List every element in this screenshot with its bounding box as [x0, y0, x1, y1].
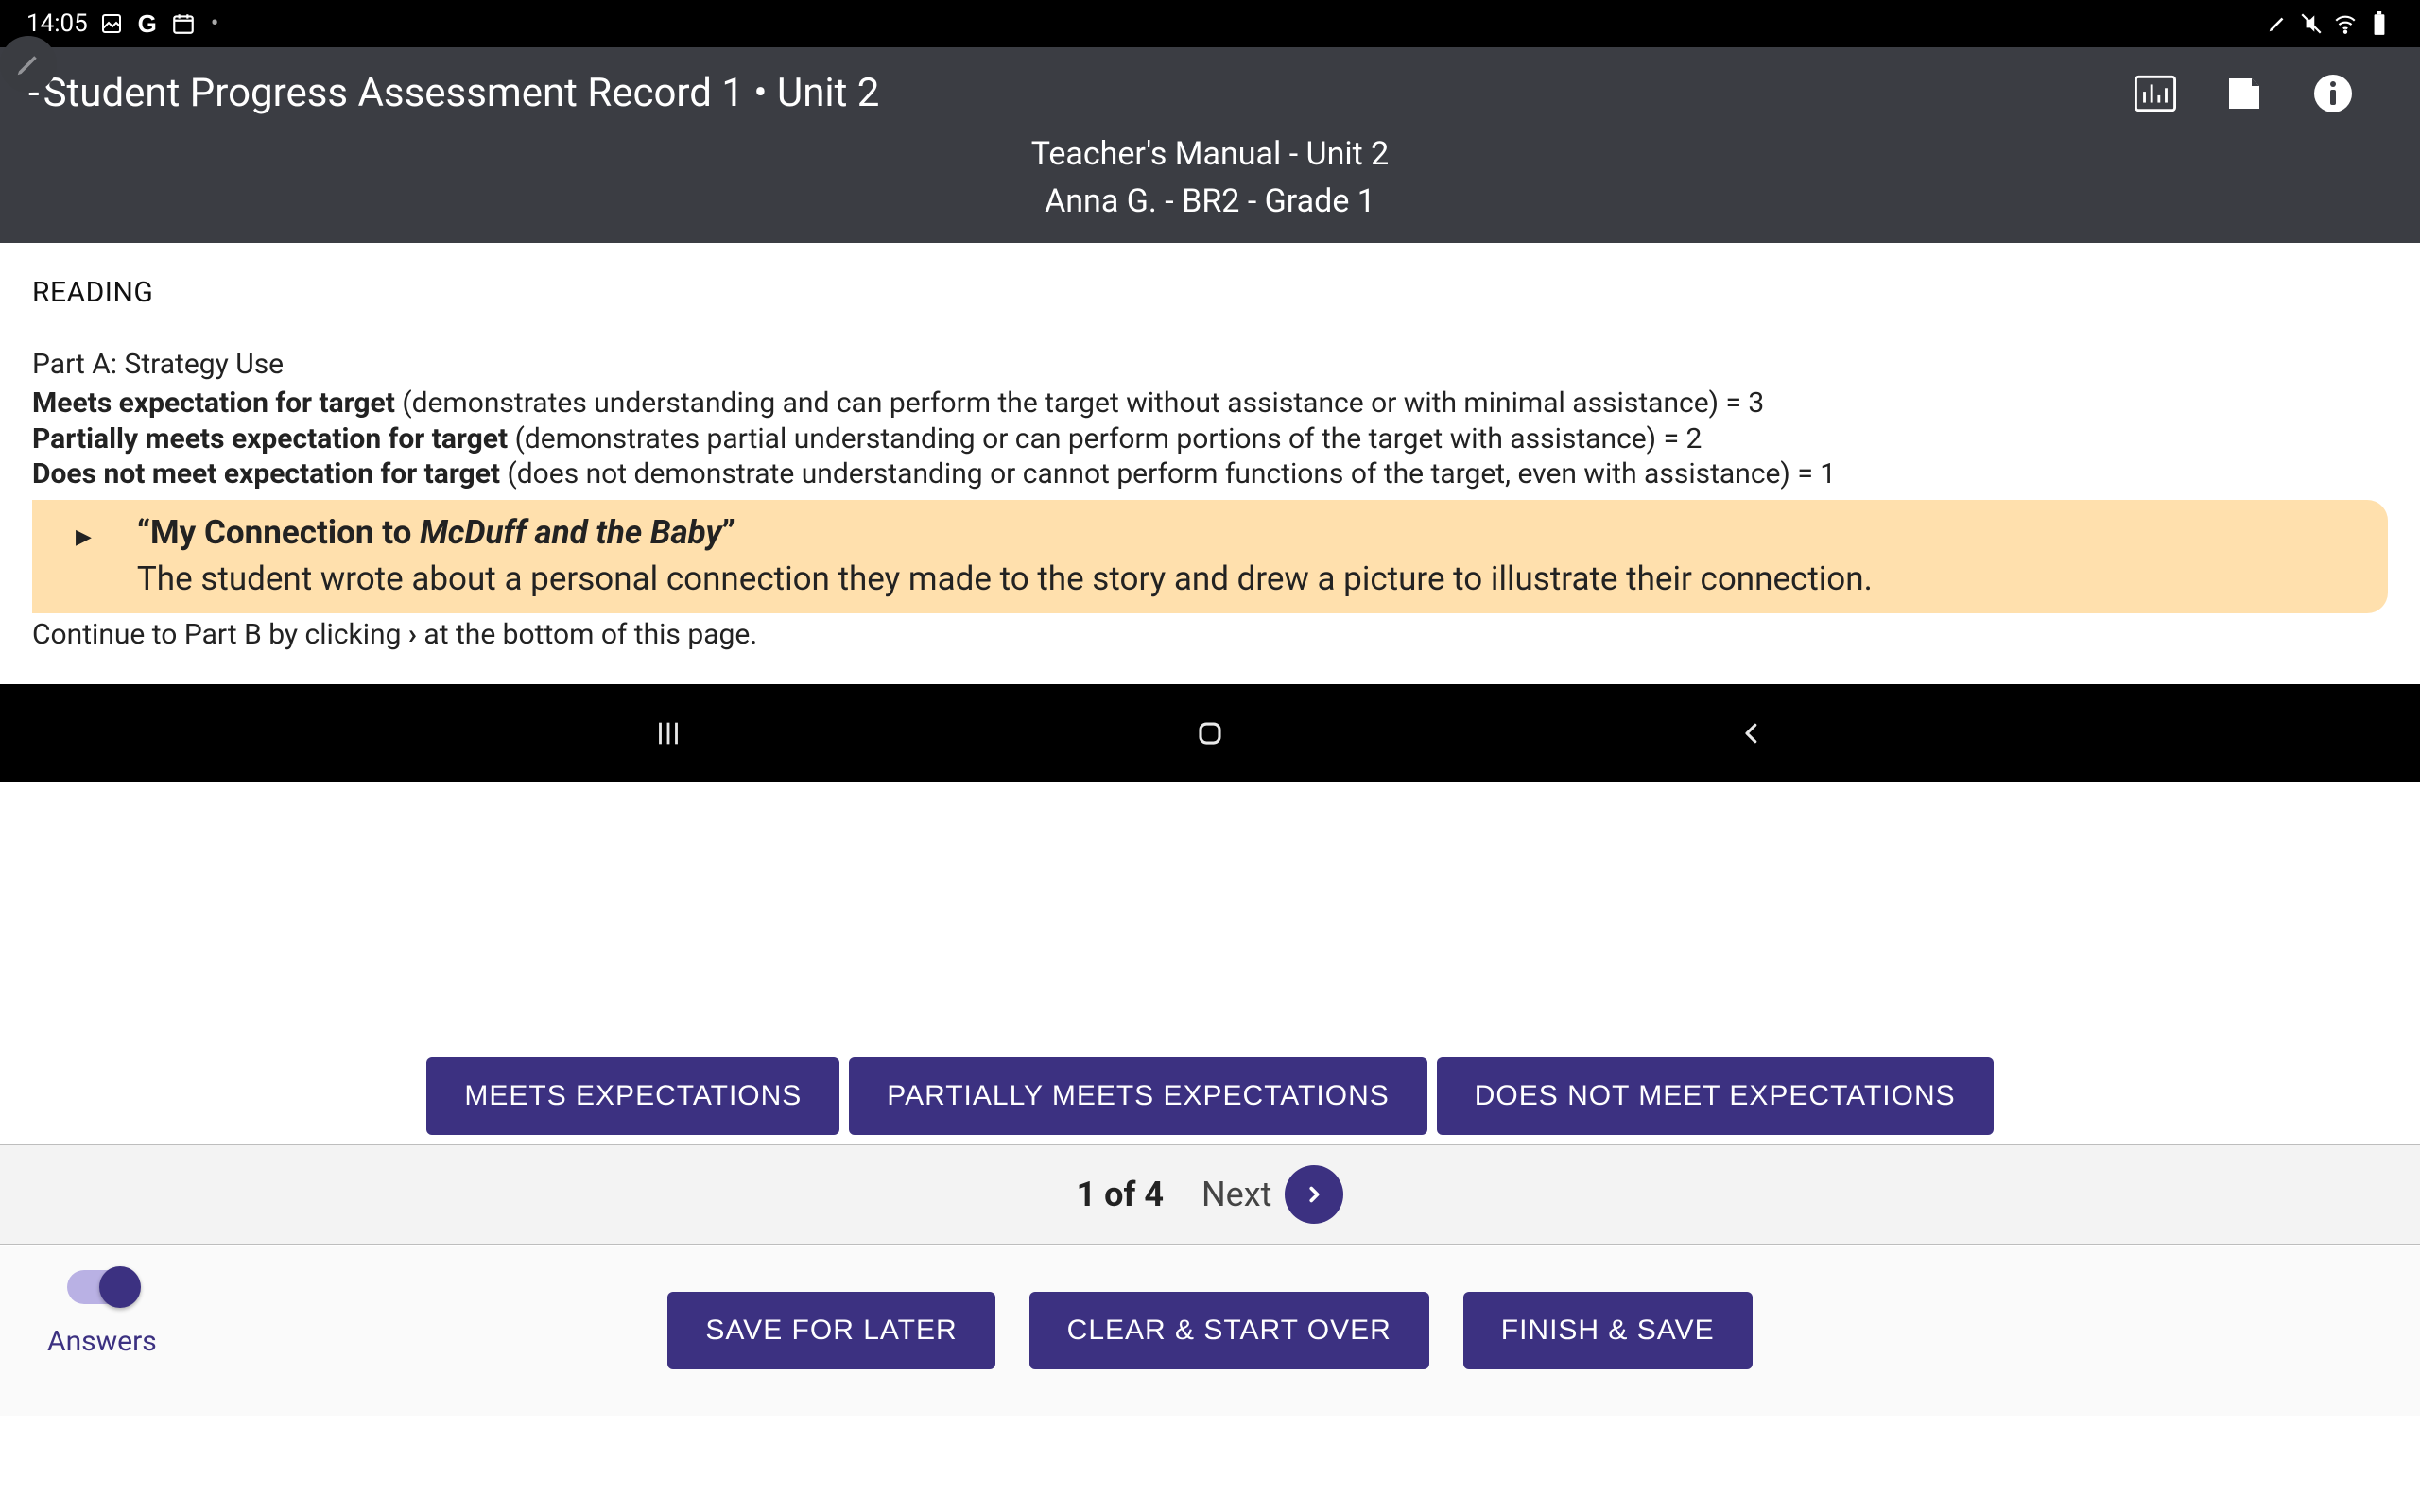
next-label: Next [1201, 1175, 1271, 1214]
prompt-text: “My Connection to McDuff and the Baby” T… [137, 509, 1873, 602]
expand-caret-icon[interactable]: ▶ [76, 524, 92, 551]
wifi-icon [2333, 11, 2358, 36]
page-title: - Student Progress Assessment Record 1 •… [28, 70, 879, 116]
rubric-meets-desc: (demonstrates understanding and can perf… [395, 387, 1764, 420]
meets-expectations-button[interactable]: MEETS EXPECTATIONS [426, 1057, 839, 1135]
header-subtitle: Teacher's Manual - Unit 2 [0, 126, 2420, 173]
prompt-highlight[interactable]: ▶ “My Connection to McDuff and the Baby”… [32, 500, 2388, 613]
image-icon [99, 11, 124, 36]
title-text: Student Progress Assessment Record 1 • U… [43, 70, 880, 116]
battery-icon [2367, 11, 2392, 36]
clear-start-over-button[interactable]: CLEAR & START OVER [1029, 1292, 1429, 1369]
google-icon: G [135, 11, 160, 36]
page-count: 1 of 4 [1077, 1175, 1164, 1214]
home-button[interactable] [1182, 705, 1238, 762]
chevron-right-icon: › [408, 618, 417, 651]
prompt-lead: “My Connection to [137, 513, 420, 552]
edit-pencil-overlay[interactable] [0, 36, 57, 93]
vibrate-mute-icon [2299, 11, 2324, 36]
status-bar: 14:05 G • [0, 0, 2420, 47]
section-label: READING [32, 275, 2388, 311]
save-row: Answers SAVE FOR LATER CLEAR & START OVE… [0, 1246, 2420, 1416]
rubric-not: Does not meet expectation for target (do… [32, 456, 2388, 492]
rubric-not-label: Does not meet expectation for target [32, 457, 500, 490]
prompt-trail: ” [722, 513, 735, 552]
expectation-button-row: MEETS EXPECTATIONS PARTIALLY MEETS EXPEC… [0, 1057, 2420, 1135]
content-area: READING Part A: Strategy Use Meets expec… [0, 243, 2420, 684]
pen-status-icon [2265, 11, 2290, 36]
save-for-later-button[interactable]: SAVE FOR LATER [667, 1292, 994, 1369]
part-a-label: Part A: Strategy Use [32, 347, 2388, 383]
continue-line: Continue to Part B by clicking › at the … [32, 617, 2388, 653]
prompt-body: The student wrote about a personal conne… [137, 559, 1873, 598]
status-time: 14:05 [26, 9, 88, 38]
does-not-meet-expectations-button[interactable]: DOES NOT MEET EXPECTATIONS [1437, 1057, 1994, 1135]
chevron-right-circle-icon [1285, 1165, 1343, 1224]
system-nav-bar [0, 684, 2420, 782]
finish-save-button[interactable]: FINISH & SAVE [1463, 1292, 1753, 1369]
rubric-partial-desc: (demonstrates partial understanding or c… [508, 422, 1702, 455]
calendar-icon [171, 11, 196, 36]
continue-pre: Continue to Part B by clicking [32, 618, 408, 651]
rubric-partial-label: Partially meets expectation for target [32, 422, 508, 455]
answers-label: Answers [47, 1325, 157, 1358]
toggle-knob-icon [99, 1266, 141, 1308]
back-button[interactable] [1723, 705, 1780, 762]
rubric-not-desc: (does not demonstrate understanding or c… [500, 457, 1836, 490]
app-header: - Student Progress Assessment Record 1 •… [0, 47, 2420, 243]
header-student-line: Anna G. - BR2 - Grade 1 [0, 173, 2420, 243]
rubric-meets-label: Meets expectation for target [32, 387, 395, 420]
next-page-button[interactable]: Next [1201, 1165, 1343, 1224]
answers-toggle[interactable] [67, 1270, 137, 1304]
recent-apps-button[interactable] [640, 705, 697, 762]
info-icon[interactable] [2312, 73, 2354, 114]
status-dot: • [211, 9, 219, 38]
rubric-meets: Meets expectation for target (demonstrat… [32, 386, 2388, 421]
answers-toggle-container: Answers [47, 1270, 157, 1358]
pager-bar: 1 of 4 Next [0, 1144, 2420, 1245]
chart-icon[interactable] [2135, 73, 2176, 114]
partially-meets-expectations-button[interactable]: PARTIALLY MEETS EXPECTATIONS [849, 1057, 1426, 1135]
page-corner-icon[interactable] [2223, 73, 2265, 114]
prompt-italic: McDuff and the Baby [420, 513, 722, 552]
rubric-partial: Partially meets expectation for target (… [32, 421, 2388, 457]
continue-post: at the bottom of this page. [417, 618, 757, 651]
